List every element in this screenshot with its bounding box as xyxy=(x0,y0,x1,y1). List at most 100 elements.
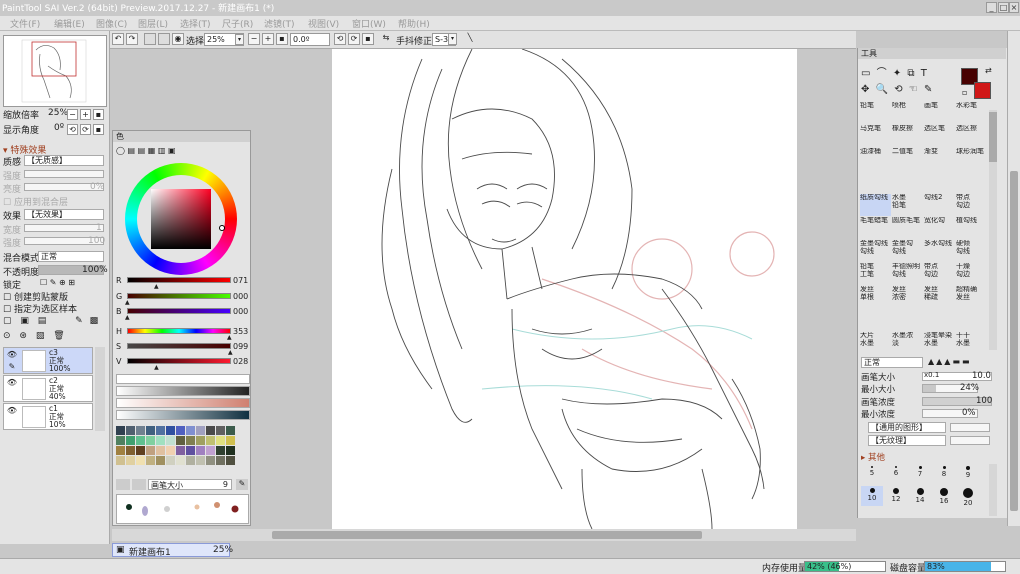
color-swatch[interactable] xyxy=(166,446,175,455)
eye-icon[interactable]: ◉ xyxy=(172,33,184,45)
b-value[interactable]: 000 xyxy=(233,307,248,316)
color-swatch[interactable] xyxy=(176,436,185,445)
brush-preset[interactable]: 大片 水墨 xyxy=(860,332,891,354)
scratch-pad[interactable] xyxy=(116,494,249,524)
color-swatch[interactable] xyxy=(116,436,125,445)
gradient-row[interactable] xyxy=(116,398,250,408)
color-picker-icon[interactable]: ✎ xyxy=(236,479,248,490)
color-swatch[interactable] xyxy=(216,456,225,465)
brush-preset[interactable]: 渐变 xyxy=(924,148,955,170)
brush-preset[interactable]: 金墨勾 勾线 xyxy=(892,240,923,262)
brush-shape-select[interactable]: 【通用的图形】 xyxy=(868,422,946,433)
rgb-mode-icon[interactable]: ▤ xyxy=(128,146,136,155)
color-swatch[interactable] xyxy=(216,436,225,445)
menu-select[interactable]: 选择(T) xyxy=(180,17,211,30)
rotate-right-button[interactable]: ⟳ xyxy=(348,33,360,45)
color-swatch[interactable] xyxy=(146,456,155,465)
color-swatch[interactable] xyxy=(126,446,135,455)
new-layer-icon[interactable]: ▢ xyxy=(3,316,12,326)
g-slider-marker[interactable]: ▲ xyxy=(125,299,130,306)
palette-mode-icon[interactable]: ▣ xyxy=(168,146,176,155)
r-value[interactable]: 071 xyxy=(233,276,248,285)
undo-icon[interactable]: ↶ xyxy=(112,33,124,45)
color-swatch[interactable] xyxy=(206,456,215,465)
brush-preset[interactable] xyxy=(924,171,955,193)
size-preset[interactable]: 20 xyxy=(957,486,979,507)
size-preset[interactable]: 6 xyxy=(885,464,907,484)
hsv-mode-icon[interactable]: ▤ xyxy=(138,146,146,155)
brush-preset[interactable]: 植勾线 xyxy=(956,217,987,239)
vscroll-thumb[interactable] xyxy=(1010,171,1018,511)
canvas[interactable] xyxy=(332,49,797,529)
size-preset[interactable]: 16 xyxy=(933,486,955,506)
flip-icon[interactable]: ⇆ xyxy=(380,33,392,45)
panel-vscrollbar[interactable] xyxy=(1007,31,1020,526)
brush-preset[interactable]: 超精确 发丝 xyxy=(956,286,987,308)
hand-icon[interactable]: ☜ xyxy=(909,84,918,95)
brush-preset[interactable]: 球形润笔 xyxy=(956,148,987,170)
eye-icon[interactable]: 👁 xyxy=(6,350,18,360)
ref-checkbox[interactable]: ☐ 指定为选区样本 xyxy=(3,302,77,315)
size-preset[interactable]: 7 xyxy=(909,464,931,484)
zoom-out-button[interactable]: − xyxy=(248,33,260,45)
color-swatch[interactable] xyxy=(226,456,235,465)
stabilizer-dropdown-icon[interactable]: ▾ xyxy=(448,33,457,45)
brush-preset[interactable]: 硬倾 勾线 xyxy=(956,240,987,262)
menu-image[interactable]: 图像(C) xyxy=(96,17,127,30)
h-slider-marker[interactable]: ▲ xyxy=(227,334,232,341)
color-swatch[interactable] xyxy=(196,446,205,455)
menu-filter[interactable]: 滤镜(T) xyxy=(264,17,295,30)
color-swatch[interactable] xyxy=(216,446,225,455)
texture-strength-slider[interactable] xyxy=(950,436,990,445)
color-swatch[interactable] xyxy=(136,456,145,465)
brush-preset[interactable]: 金墨勾线 勾线 xyxy=(860,240,891,262)
brush-preset[interactable]: 水彩笔 xyxy=(956,102,987,124)
color-swatch[interactable] xyxy=(206,426,215,435)
move-icon[interactable]: ✥ xyxy=(861,84,869,95)
brush-texture-select[interactable]: 【无纹理】 xyxy=(868,435,946,446)
size-preset[interactable]: 14 xyxy=(909,486,931,506)
delete-layer-icon[interactable]: 🗑 xyxy=(53,331,64,341)
new-vector-layer-icon[interactable]: ▤ xyxy=(38,316,47,326)
transfer-down-icon[interactable]: ⊛ xyxy=(19,331,27,341)
size-multiplier[interactable]: x0.1 xyxy=(924,371,939,379)
brush-shape-icons[interactable]: ▲▲▲▬▬ xyxy=(928,357,972,366)
menu-view[interactable]: 视图(V) xyxy=(308,17,339,30)
menu-window[interactable]: 窗口(W) xyxy=(352,17,386,30)
color-swatch[interactable] xyxy=(116,456,125,465)
color-swatch[interactable] xyxy=(226,446,235,455)
color-swatch[interactable] xyxy=(186,426,195,435)
b-slider-marker[interactable]: ▲ xyxy=(125,314,130,321)
color-swatch[interactable] xyxy=(156,456,165,465)
hue-wheel[interactable] xyxy=(125,163,237,275)
effect-select[interactable]: 【无效果】 xyxy=(24,209,104,220)
transparent-color-icon[interactable]: ▫ xyxy=(962,88,967,97)
merge-down-icon[interactable]: ⊙ xyxy=(3,331,11,341)
color-swatch[interactable] xyxy=(186,446,195,455)
color-swatch[interactable] xyxy=(136,446,145,455)
menu-ruler[interactable]: 尺子(R) xyxy=(222,17,253,30)
tab-canvas[interactable]: ▣ 新建画布1 25% xyxy=(112,543,233,558)
s-slider-marker[interactable]: ▲ xyxy=(228,349,233,356)
brush-preset[interactable]: 水墨浓 淡 xyxy=(892,332,923,354)
color-swatch[interactable] xyxy=(166,436,175,445)
text-tool-icon[interactable]: T xyxy=(921,68,927,79)
brush-preset[interactable]: 多水勾线 xyxy=(924,240,955,262)
canvas-hscrollbar[interactable] xyxy=(112,529,856,541)
brush-preset[interactable]: 选区笔 xyxy=(924,125,955,147)
rotate-tool-icon[interactable]: ⟲ xyxy=(894,84,902,95)
brush-preset[interactable] xyxy=(860,171,891,193)
gradient-row[interactable] xyxy=(116,386,250,396)
brush-preset[interactable]: 选区擦 xyxy=(956,125,987,147)
brush-preset[interactable]: 圆质毛笔 xyxy=(892,217,923,239)
scale-slider[interactable] xyxy=(24,170,104,178)
nav-rotate-right-button[interactable]: ⟳ xyxy=(80,124,91,135)
brush-preset[interactable] xyxy=(892,309,923,331)
new-folder-icon[interactable]: ▣ xyxy=(20,316,29,326)
new-linework-icon[interactable]: ✎ xyxy=(75,316,83,326)
zoom-in-button[interactable]: + xyxy=(262,33,274,45)
layer-scrollbar[interactable] xyxy=(95,347,105,431)
menu-edit[interactable]: 编辑(E) xyxy=(54,17,85,30)
nav-zoom-out-button[interactable]: − xyxy=(67,109,78,120)
history-row[interactable] xyxy=(116,374,250,384)
